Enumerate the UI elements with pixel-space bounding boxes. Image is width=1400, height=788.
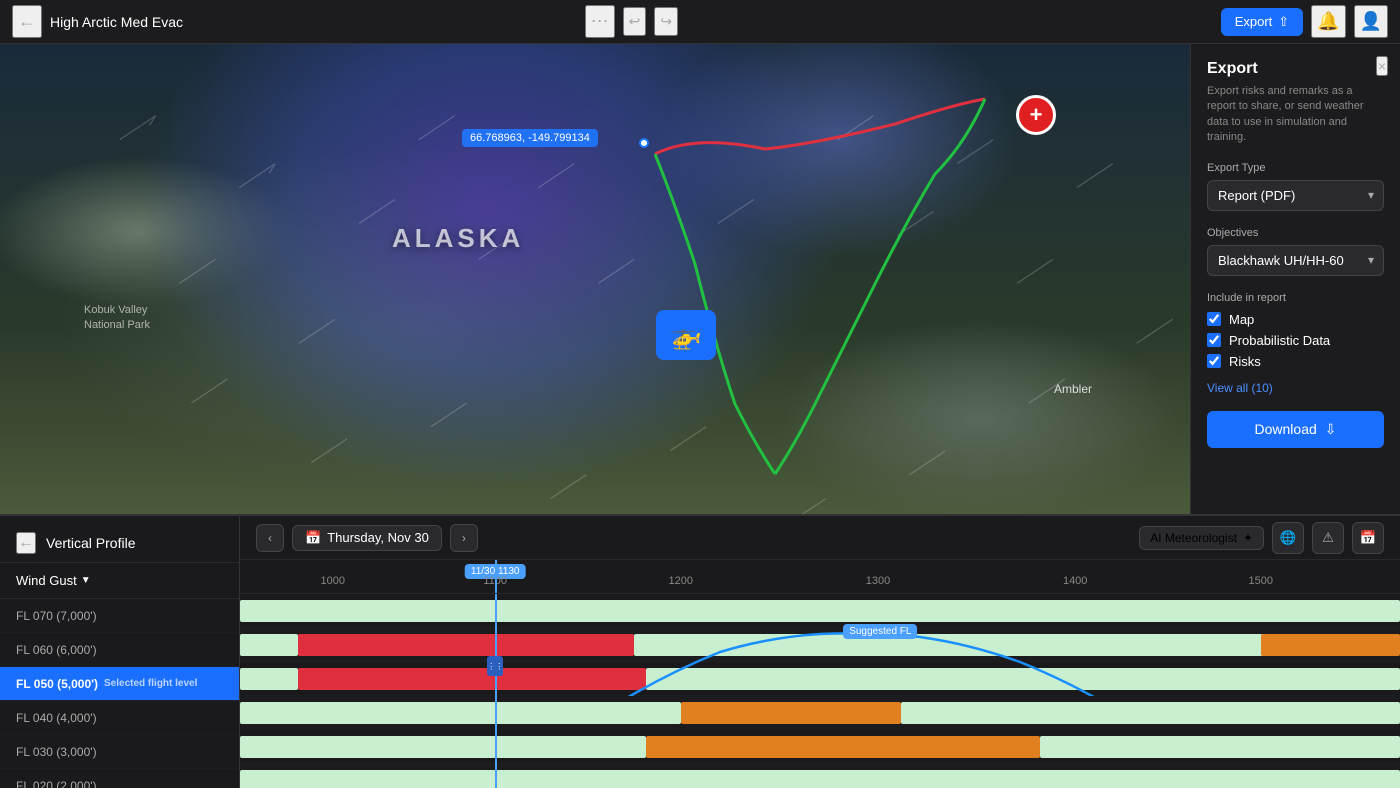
undo-button[interactable]: ↩ xyxy=(623,7,647,36)
bottom-panel: ← Vertical Profile Wind Gust ▼ FL 070 (7… xyxy=(0,514,1400,788)
export-panel: × Export Export risks and remarks as a r… xyxy=(1190,44,1400,514)
redo-button[interactable]: ↪ xyxy=(654,7,678,36)
include-map-label: Map xyxy=(1229,312,1254,327)
tick-1000: 1000 xyxy=(321,575,345,587)
export-label: Export xyxy=(1235,14,1273,29)
globe-view-button[interactable]: 🌐 xyxy=(1272,522,1304,554)
vertical-profile-back-button[interactable]: ← xyxy=(16,532,36,554)
helicopter-marker: 🚁 xyxy=(656,310,716,360)
tick-1500: 1500 xyxy=(1249,575,1273,587)
ai-icon: ✦ xyxy=(1243,531,1253,545)
ai-met-label: AI Meteorologist xyxy=(1150,531,1237,545)
back-button[interactable]: ← xyxy=(12,5,42,38)
flight-level-list: FL 070 (7,000') FL 060 (6,000') FL 050 (… xyxy=(0,599,239,788)
chevron-down-icon: ▼ xyxy=(81,575,91,586)
include-probabilistic-checkbox[interactable] xyxy=(1207,333,1221,347)
include-probabilistic-label: Probabilistic Data xyxy=(1229,333,1330,348)
selected-flight-level-label: Selected flight level xyxy=(104,678,197,689)
calendar-view-button[interactable]: 📅 xyxy=(1352,522,1384,554)
hospital-marker: + xyxy=(1016,95,1056,135)
export-button[interactable]: Export ⇧ xyxy=(1221,8,1303,36)
next-date-button[interactable]: › xyxy=(450,524,478,552)
timeline-row-fl030 xyxy=(240,730,1400,764)
fl-row-070[interactable]: FL 070 (7,000') xyxy=(0,599,239,633)
timeline-row-fl040 xyxy=(240,696,1400,730)
tick-1400: 1400 xyxy=(1063,575,1087,587)
time-ruler: 11/30 1130 1000 1100 1200 1300 1400 1500 xyxy=(240,560,1400,594)
include-risks-label: Risks xyxy=(1229,354,1261,369)
export-panel-description: Export risks and remarks as a report to … xyxy=(1207,84,1384,146)
timeline-area: ‹ 📅 Thursday, Nov 30 › AI Meteorologist … xyxy=(240,516,1400,788)
fl-row-060[interactable]: FL 060 (6,000') xyxy=(0,633,239,667)
view-all-link[interactable]: View all (10) xyxy=(1207,381,1384,395)
wind-gust-selector[interactable]: Wind Gust ▼ xyxy=(0,563,239,599)
download-button[interactable]: Download ⇩ xyxy=(1207,411,1384,448)
user-button[interactable]: 👤 xyxy=(1354,5,1388,38)
main-area: 66.768963, -149.799134 + 🚁 ALASKA Kobuk … xyxy=(0,44,1400,788)
export-icon: ⇧ xyxy=(1278,14,1289,30)
right-controls: AI Meteorologist ✦ 🌐 ⚠ 📅 xyxy=(1139,522,1384,554)
tick-1200: 1200 xyxy=(669,575,693,587)
objectives-wrapper: Blackhawk UH/HH-60 xyxy=(1207,245,1384,276)
export-panel-close-button[interactable]: × xyxy=(1376,56,1388,76)
include-section: Include in report Map Probabilistic Data… xyxy=(1207,292,1384,369)
page-title: High Arctic Med Evac xyxy=(50,14,577,30)
time-drag-handle[interactable]: ⋮⋮ xyxy=(487,656,503,676)
fl-row-040[interactable]: FL 040 (4,000') xyxy=(0,701,239,735)
ai-meteorologist-button[interactable]: AI Meteorologist ✦ xyxy=(1139,526,1264,550)
date-display: 📅 Thursday, Nov 30 xyxy=(292,525,442,551)
include-map-row: Map xyxy=(1207,312,1384,327)
include-probabilistic-row: Probabilistic Data xyxy=(1207,333,1384,348)
warning-button[interactable]: ⚠ xyxy=(1312,522,1344,554)
tick-1300: 1300 xyxy=(866,575,890,587)
download-label: Download xyxy=(1255,421,1317,437)
export-type-wrapper: Report (PDF) Weather Data (JSON) Weather… xyxy=(1207,180,1384,211)
nav-controls: ‹ 📅 Thursday, Nov 30 › xyxy=(256,524,478,552)
map-area[interactable]: 66.768963, -149.799134 + 🚁 ALASKA Kobuk … xyxy=(0,44,1400,788)
left-sidebar: ← Vertical Profile Wind Gust ▼ FL 070 (7… xyxy=(0,516,240,788)
coordinate-dot xyxy=(639,138,649,148)
timeline-row-fl070 xyxy=(240,594,1400,628)
objectives-select[interactable]: Blackhawk UH/HH-60 xyxy=(1207,245,1384,276)
include-risks-checkbox[interactable] xyxy=(1207,354,1221,368)
timeline-content[interactable]: 11/30 1130 1000 1100 1200 1300 1400 1500 xyxy=(240,560,1400,788)
coordinate-tooltip: 66.768963, -149.799134 xyxy=(462,129,598,147)
timeline-row-fl060 xyxy=(240,628,1400,662)
vertical-profile-header: ← Vertical Profile xyxy=(0,524,239,563)
topbar: ← High Arctic Med Evac ⋯ ↩ ↪ Export ⇧ 🔔 … xyxy=(0,0,1400,44)
fl-row-020[interactable]: FL 020 (2,000') xyxy=(0,769,239,788)
timeline-row-fl020 xyxy=(240,764,1400,788)
suggested-fl-label: Suggested FL xyxy=(843,624,917,639)
more-menu-button[interactable]: ⋯ xyxy=(585,5,615,38)
prev-date-button[interactable]: ‹ xyxy=(256,524,284,552)
export-type-select[interactable]: Report (PDF) Weather Data (JSON) Weather… xyxy=(1207,180,1384,211)
calendar-icon: 📅 xyxy=(305,530,321,546)
download-icon: ⇩ xyxy=(1325,421,1337,438)
include-risks-row: Risks xyxy=(1207,354,1384,369)
timeline-header: ‹ 📅 Thursday, Nov 30 › AI Meteorologist … xyxy=(240,516,1400,560)
export-type-label: Export Type xyxy=(1207,162,1384,174)
timeline-row-fl050: Suggested FL xyxy=(240,662,1400,696)
fl-row-050[interactable]: FL 050 (5,000') Selected flight level xyxy=(0,667,239,701)
notifications-button[interactable]: 🔔 xyxy=(1311,5,1345,38)
include-title: Include in report xyxy=(1207,292,1384,304)
vertical-profile-title: Vertical Profile xyxy=(46,535,135,551)
objectives-label: Objectives xyxy=(1207,227,1384,239)
include-map-checkbox[interactable] xyxy=(1207,312,1221,326)
export-panel-title: Export xyxy=(1207,60,1384,78)
date-text: Thursday, Nov 30 xyxy=(327,530,429,545)
fl-row-030[interactable]: FL 030 (3,000') xyxy=(0,735,239,769)
timeline-rows: ⋮⋮ xyxy=(240,594,1400,788)
